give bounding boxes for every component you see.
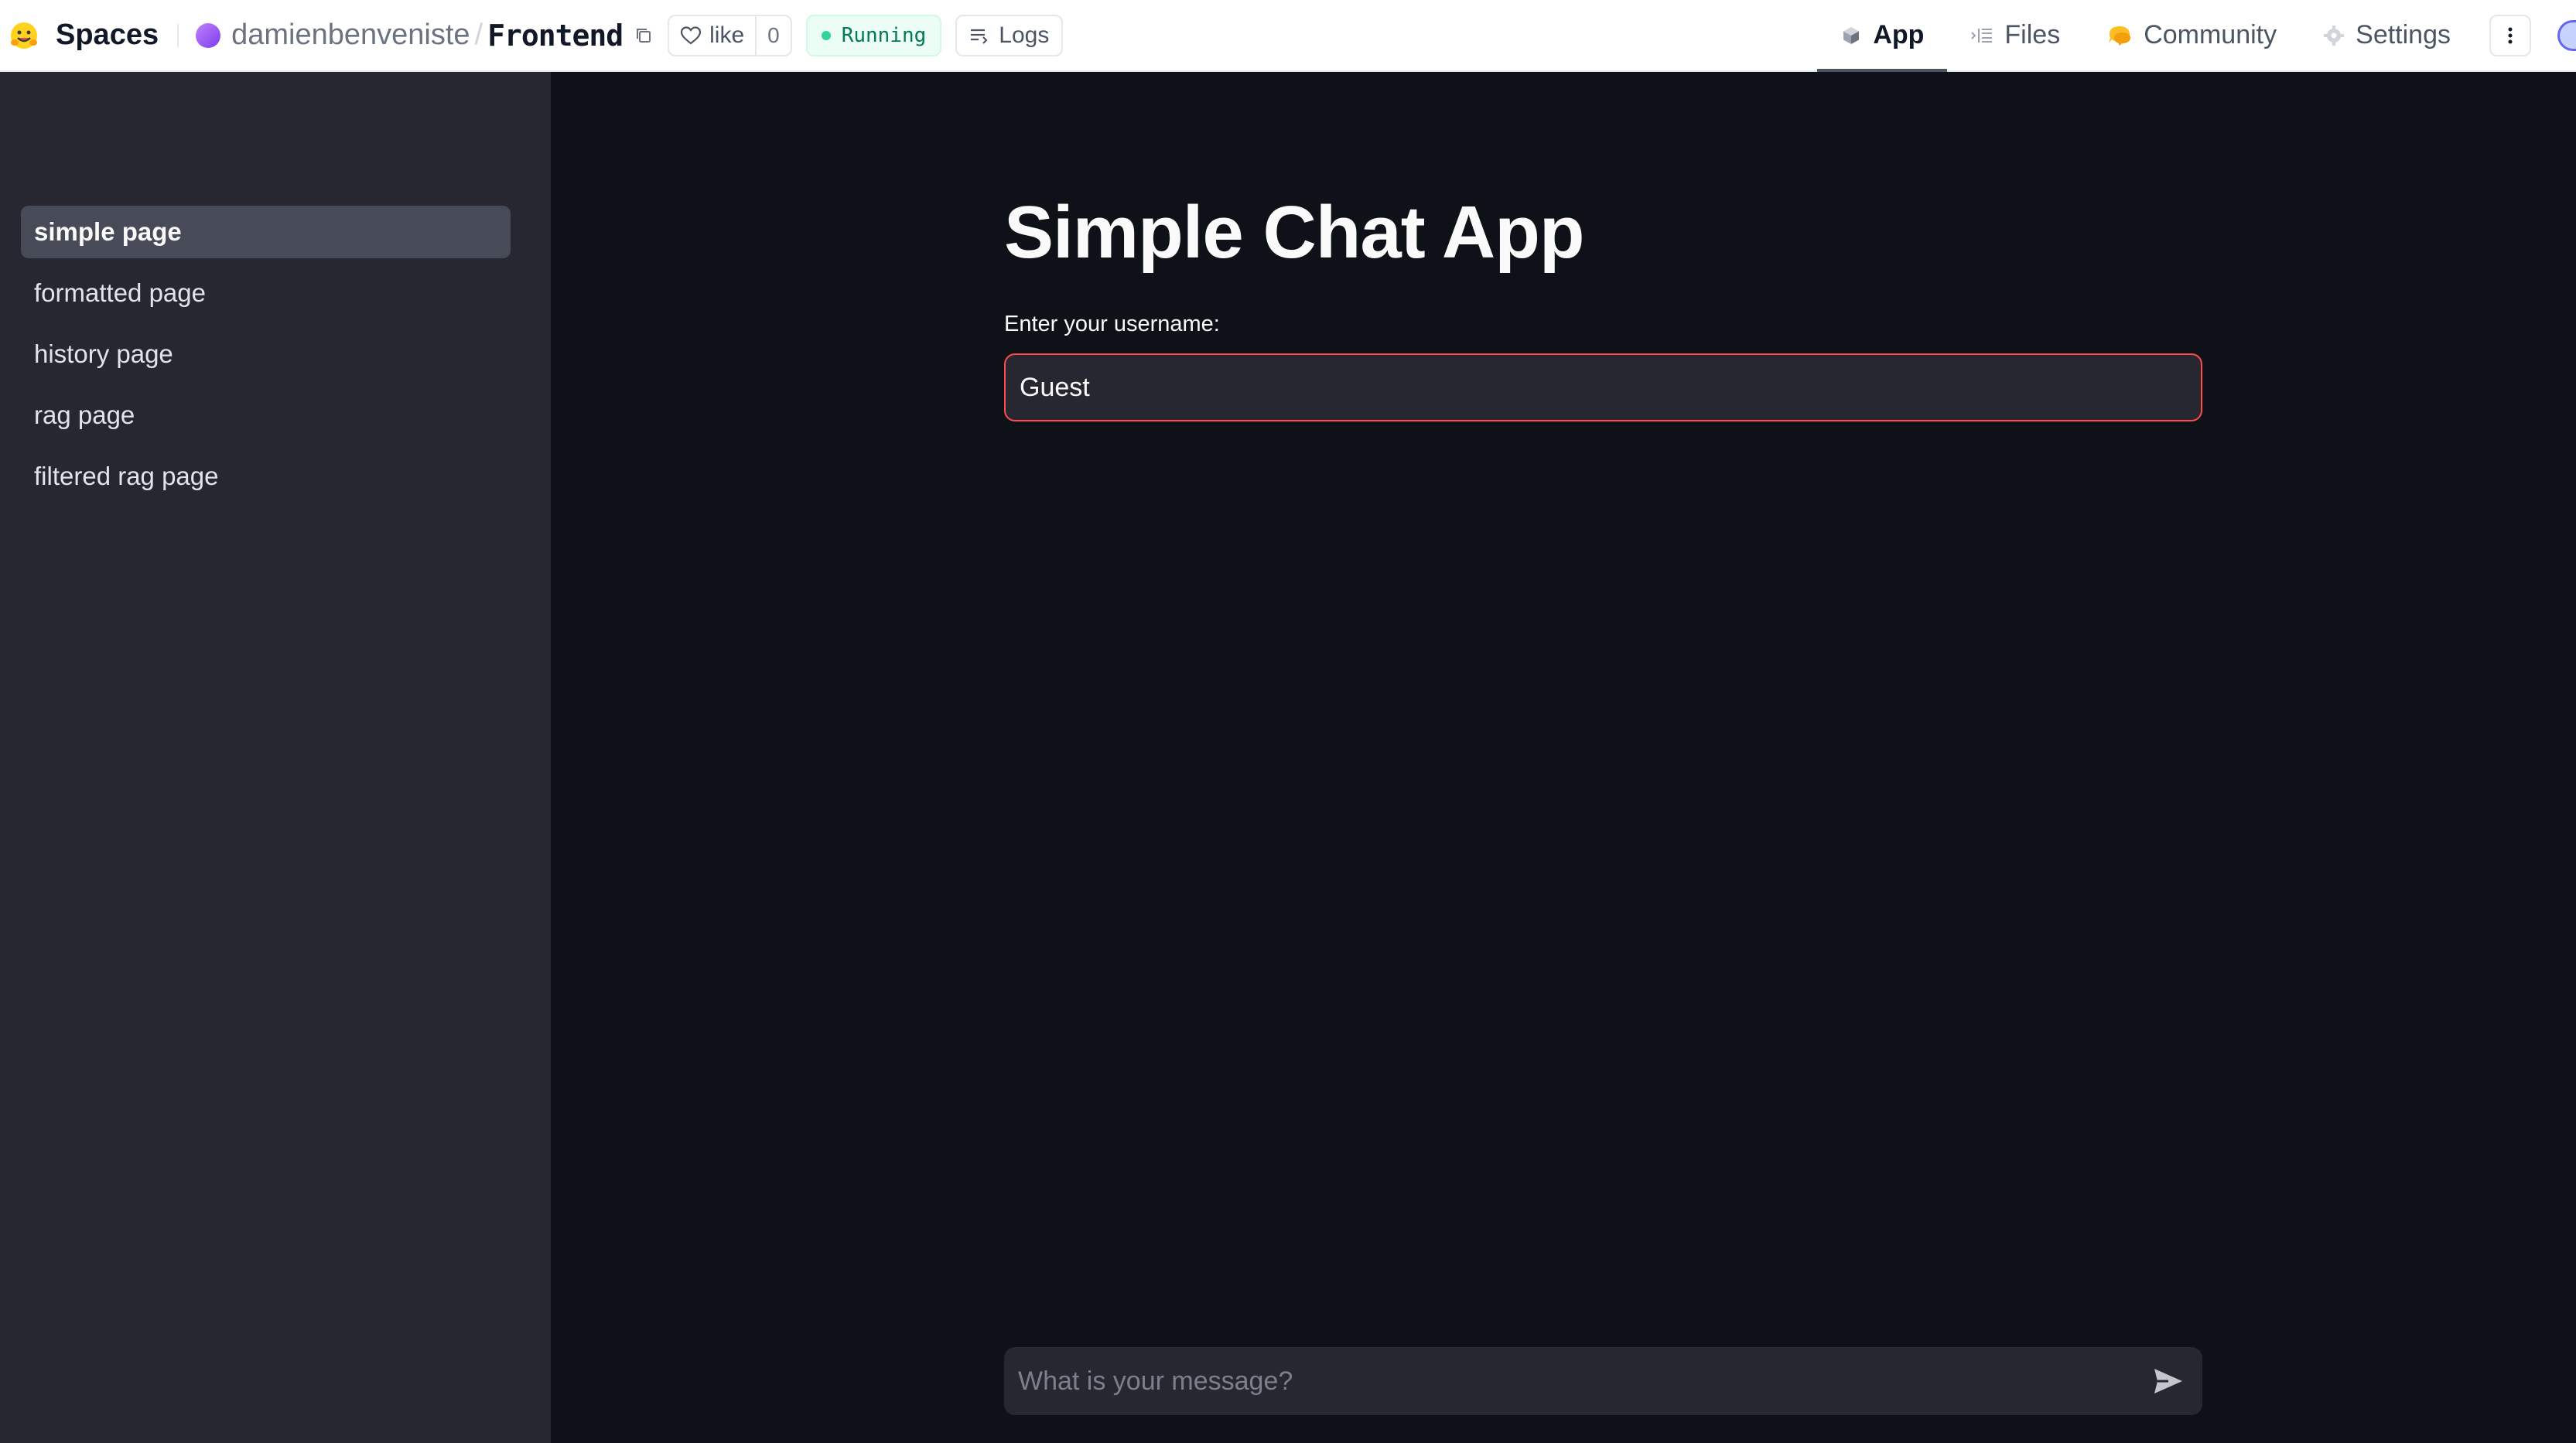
sidebar-item-history-page[interactable]: history page	[21, 328, 511, 380]
like-count[interactable]: 0	[755, 15, 791, 55]
gear-icon	[2324, 25, 2345, 46]
username-input[interactable]	[1004, 353, 2202, 421]
page-title: Simple Chat App	[1004, 191, 1584, 274]
main-content: Simple Chat App Enter your username:	[551, 72, 2576, 1443]
chat-input-bar	[1004, 1347, 2202, 1415]
community-icon	[2109, 26, 2131, 46]
files-icon	[1971, 28, 1993, 43]
owner-avatar[interactable]	[196, 22, 221, 48]
status-badge[interactable]: Running	[805, 14, 942, 56]
more-options-button[interactable]	[2489, 14, 2531, 56]
send-button[interactable]	[2134, 1347, 2202, 1415]
username-label: Enter your username:	[1004, 312, 1220, 336]
tab-community-label: Community	[2144, 20, 2277, 49]
sidebar-item-simple-page[interactable]: simple page	[21, 206, 511, 258]
sidebar-item-filtered-rag-page[interactable]: filtered rag page	[21, 450, 511, 503]
tab-app[interactable]: App	[1817, 0, 1948, 72]
like-button[interactable]: like	[669, 16, 755, 55]
like-group: like 0	[668, 14, 792, 56]
header-tabs: App Files Community Settings	[1817, 0, 2576, 72]
logs-icon	[971, 29, 988, 44]
header-divider	[177, 23, 179, 47]
repo-name-link[interactable]: Frontend	[487, 19, 624, 53]
spaces-link[interactable]: Spaces	[56, 19, 159, 52]
tab-settings[interactable]: Settings	[2300, 0, 2474, 70]
owner-link[interactable]: damienbenveniste	[231, 19, 470, 52]
sidebar-item-formatted-page[interactable]: formatted page	[21, 267, 511, 319]
user-avatar[interactable]	[2557, 19, 2576, 51]
logs-button[interactable]: Logs	[955, 14, 1064, 56]
tab-settings-label: Settings	[2356, 20, 2451, 49]
app-icon	[1843, 26, 1860, 44]
heart-icon	[681, 26, 702, 44]
sidebar-item-rag-page[interactable]: rag page	[21, 389, 511, 442]
chat-message-input[interactable]	[1004, 1347, 2134, 1415]
hugging-face-logo-icon[interactable]	[8, 19, 40, 52]
status-dot-icon	[821, 30, 831, 40]
tab-files-label: Files	[2004, 20, 2061, 49]
tab-community[interactable]: Community	[2083, 0, 2300, 70]
header-left: Spaces damienbenveniste / Frontend like …	[0, 0, 1064, 70]
top-bar: Spaces damienbenveniste / Frontend like …	[0, 0, 2576, 72]
more-vertical-icon	[2508, 27, 2513, 43]
logs-label: Logs	[999, 22, 1050, 48]
status-label: Running	[841, 23, 927, 47]
sidebar: simple page formatted page history page …	[0, 72, 551, 1443]
sidebar-nav: simple page formatted page history page …	[21, 206, 511, 511]
tab-app-label: App	[1873, 20, 1925, 49]
tab-files[interactable]: Files	[1947, 0, 2083, 70]
breadcrumb-separator: /	[474, 19, 483, 51]
send-icon	[2154, 1369, 2182, 1394]
like-label: like	[709, 22, 745, 48]
copy-icon[interactable]	[634, 26, 654, 46]
